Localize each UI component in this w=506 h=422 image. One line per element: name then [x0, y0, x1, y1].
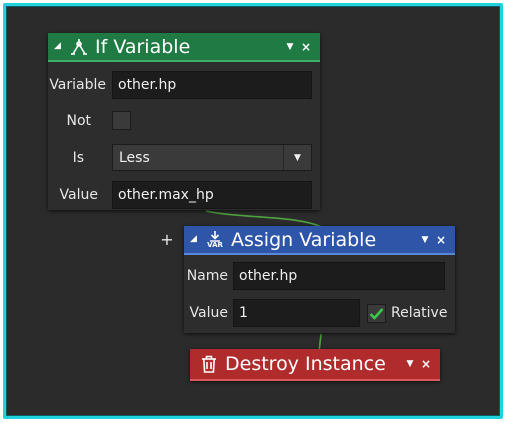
- dropdown-icon[interactable]: ▼: [282, 42, 298, 52]
- chevron-down-icon[interactable]: ▼: [283, 145, 311, 170]
- close-icon[interactable]: ×: [418, 357, 434, 371]
- if-variable-node[interactable]: ◢ If Variable ▼ × Variable other.hp Not …: [48, 33, 320, 210]
- name-row: Name other.hp: [184, 262, 445, 290]
- assign-value-label: Value: [189, 305, 228, 321]
- not-row: Not: [48, 111, 131, 130]
- variable-label: Variable: [49, 77, 106, 93]
- assign-value-input[interactable]: 1: [233, 299, 360, 327]
- is-label: Is: [72, 149, 84, 166]
- value-row: Value other.max_hp: [48, 181, 312, 209]
- assign-variable-header[interactable]: ◢ VAR Assign Variable ▼ ×: [184, 226, 455, 255]
- close-icon[interactable]: ×: [433, 233, 449, 247]
- dropdown-icon[interactable]: ▼: [417, 235, 433, 245]
- destroy-instance-header[interactable]: Destroy Instance ▼ ×: [190, 349, 440, 381]
- is-select[interactable]: Less ▼: [112, 144, 312, 171]
- collapse-icon[interactable]: ◢: [54, 42, 68, 51]
- relative-checkbox[interactable]: [367, 303, 386, 323]
- not-label: Not: [66, 112, 91, 129]
- value-input[interactable]: other.max_hp: [112, 181, 312, 209]
- name-input[interactable]: other.hp: [233, 262, 445, 290]
- if-variable-header[interactable]: ◢ If Variable ▼ ×: [48, 33, 320, 62]
- dropdown-icon[interactable]: ▼: [402, 359, 418, 369]
- destroy-instance-title: Destroy Instance: [225, 353, 386, 375]
- value-label: Value: [59, 187, 98, 203]
- is-row: Is Less ▼: [48, 144, 312, 171]
- assign-var-icon: VAR: [204, 229, 226, 251]
- collapse-icon[interactable]: ◢: [190, 235, 204, 244]
- name-label: Name: [186, 268, 228, 284]
- is-select-value: Less: [119, 149, 150, 166]
- variable-input[interactable]: other.hp: [112, 71, 312, 99]
- close-icon[interactable]: ×: [298, 40, 314, 54]
- if-variable-title: If Variable: [95, 35, 191, 58]
- assign-var-icon-text: VAR: [207, 240, 223, 249]
- variable-row: Variable other.hp: [48, 71, 312, 99]
- destroy-instance-node[interactable]: Destroy Instance ▼ ×: [190, 349, 440, 381]
- add-action-button[interactable]: +: [160, 231, 174, 249]
- branch-icon: [68, 36, 90, 58]
- not-checkbox[interactable]: [112, 111, 131, 130]
- window-frame: ◢ If Variable ▼ × Variable other.hp Not …: [3, 3, 503, 419]
- assign-variable-title: Assign Variable: [231, 228, 377, 251]
- assign-value-row: Value 1 Relative: [184, 299, 447, 327]
- assign-variable-node[interactable]: ◢ VAR Assign Variable ▼ × Name other.hp …: [184, 226, 455, 333]
- action-canvas: ◢ If Variable ▼ × Variable other.hp Not …: [8, 8, 498, 414]
- relative-label: Relative: [391, 305, 448, 321]
- check-icon: [369, 307, 384, 320]
- trash-icon: [198, 353, 220, 375]
